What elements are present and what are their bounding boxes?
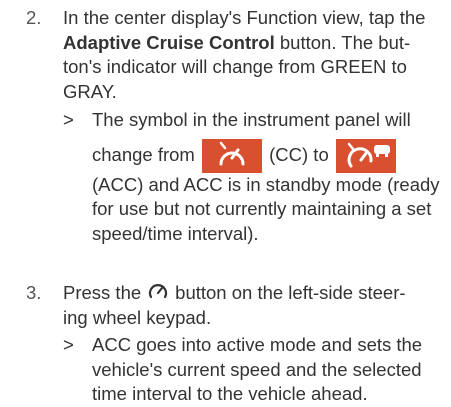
result-line: vehicle's current speed and the selected <box>92 358 422 380</box>
step-text: Press the button on the left-side steer-… <box>63 281 439 331</box>
step-line: Adaptive Cruise Control button. The but- <box>63 31 439 56</box>
result-line: time interval to the vehicle ahead. <box>92 383 368 404</box>
result-arrow: > <box>63 334 74 355</box>
step-line: ton's indicator will change from GREEN t… <box>63 56 407 77</box>
press-text: Press the <box>63 282 142 303</box>
step-line: Press the button on the left-side steer- <box>63 281 439 306</box>
change-from-text: change from <box>92 143 195 165</box>
speedometer-button-icon <box>147 282 169 307</box>
result-line: (ACC) and ACC is in standby mode (ready <box>92 173 440 195</box>
adaptive-cruise-control-speedometer-car-icon <box>335 138 396 173</box>
cc-label: (CC) to <box>269 143 329 165</box>
manual-page: 2. In the center display's Function view… <box>0 0 451 404</box>
result-line: speed/time interval). <box>92 222 259 244</box>
result-line: The symbol in the instrument panel will <box>92 109 411 130</box>
step-number: 2. <box>26 7 42 28</box>
result-text: The symbol in the instrument panel will … <box>92 108 442 246</box>
step-line-rest: button. The but- <box>274 31 411 53</box>
cruise-control-speedometer-icon <box>201 138 262 173</box>
step-text: In the center display's Function view, t… <box>63 6 439 104</box>
button-location-text: button on the left-side steer- <box>175 282 406 303</box>
result-arrow: > <box>63 109 74 130</box>
result-line: for use but not currently maintaining a … <box>92 198 432 219</box>
step-line: In the center display's Function view, t… <box>63 7 426 28</box>
result-line: ACC goes into active mode and sets the <box>92 334 423 355</box>
step-number: 3. <box>26 282 42 303</box>
step-line: ing wheel keypad. <box>63 307 212 329</box>
result-line: change from (CC) to <box>92 137 442 173</box>
bold-term: Adaptive Cruise Control <box>63 31 275 53</box>
step-line: GRAY. <box>63 80 117 102</box>
result-text: ACC goes into active mode and sets the v… <box>92 333 442 407</box>
